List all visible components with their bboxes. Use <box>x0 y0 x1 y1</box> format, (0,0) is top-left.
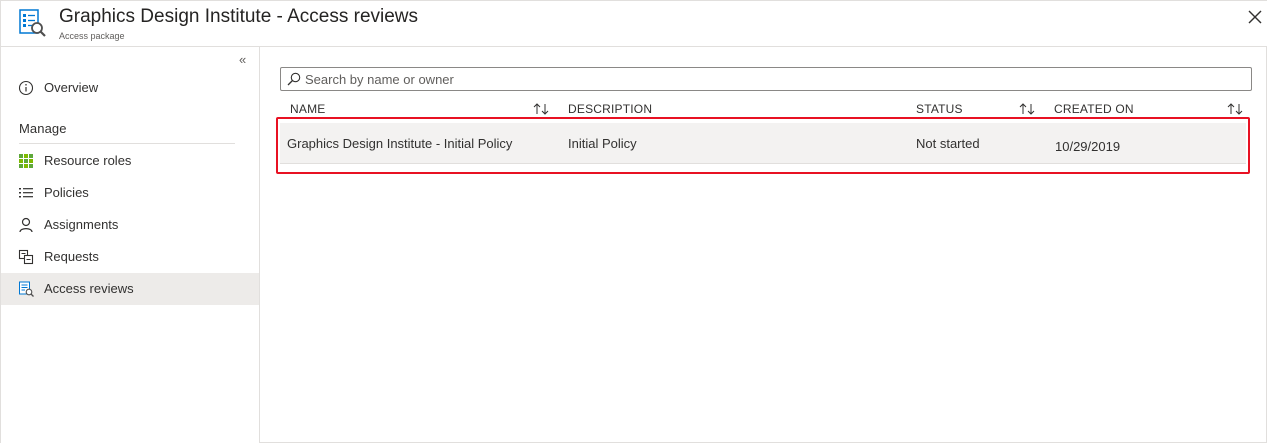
section-label-manage: Manage <box>19 121 67 136</box>
window-frame: Graphics Design Institute - Access revie… <box>0 0 1267 443</box>
search-icon <box>287 72 301 86</box>
sort-icon[interactable] <box>1226 102 1244 116</box>
info-icon <box>18 80 34 96</box>
sidebar-item-label: Policies <box>44 185 89 200</box>
main-content: NAME DESCRIPTION STATUS CREATED ON Graph… <box>260 47 1267 443</box>
search-box[interactable] <box>280 67 1252 91</box>
cell-description: Initial Policy <box>568 136 637 151</box>
requests-icon <box>18 249 34 265</box>
cell-name: Graphics Design Institute - Initial Poli… <box>287 136 513 151</box>
blade-header: Graphics Design Institute - Access revie… <box>1 1 1267 47</box>
sidebar: « Overview Manage Resource roles Policie… <box>1 47 260 443</box>
page-title: Graphics Design Institute - Access revie… <box>59 6 419 27</box>
search-input[interactable] <box>305 70 1235 88</box>
sidebar-item-label: Assignments <box>44 217 119 232</box>
list-icon <box>19 188 33 198</box>
table-row[interactable]: Graphics Design Institute - Initial Poli… <box>280 123 1246 164</box>
column-header-description[interactable]: DESCRIPTION <box>568 102 652 116</box>
column-header-name[interactable]: NAME <box>290 102 325 116</box>
sidebar-item-label: Access reviews <box>44 281 134 296</box>
sidebar-item-label: Requests <box>44 249 99 264</box>
close-icon[interactable] <box>1245 7 1265 27</box>
sidebar-item-label: Resource roles <box>44 153 132 168</box>
access-reviews-icon <box>19 281 34 297</box>
access-reviews-icon <box>19 9 46 37</box>
sidebar-item-overview[interactable]: Overview <box>1 72 259 104</box>
sidebar-item-resource-roles[interactable]: Resource roles <box>1 145 259 177</box>
collapse-sidebar-icon[interactable]: « <box>239 53 253 67</box>
sidebar-item-requests[interactable]: Requests <box>1 241 259 273</box>
page-subtitle: Access package <box>59 31 125 41</box>
cell-status: Not started <box>916 136 980 151</box>
sort-icon[interactable] <box>532 102 550 116</box>
sidebar-item-policies[interactable]: Policies <box>1 177 259 209</box>
column-header-status[interactable]: STATUS <box>916 102 963 116</box>
grid-icon <box>19 154 33 168</box>
column-header-created-on[interactable]: CREATED ON <box>1054 102 1134 116</box>
sidebar-item-access-reviews[interactable]: Access reviews <box>1 273 259 305</box>
sidebar-item-label: Overview <box>44 80 99 95</box>
cell-created-on: 10/29/2019 <box>1055 139 1121 154</box>
person-icon <box>19 217 33 233</box>
sort-icon[interactable] <box>1018 102 1036 116</box>
section-divider <box>19 143 235 144</box>
sidebar-item-assignments[interactable]: Assignments <box>1 209 259 241</box>
